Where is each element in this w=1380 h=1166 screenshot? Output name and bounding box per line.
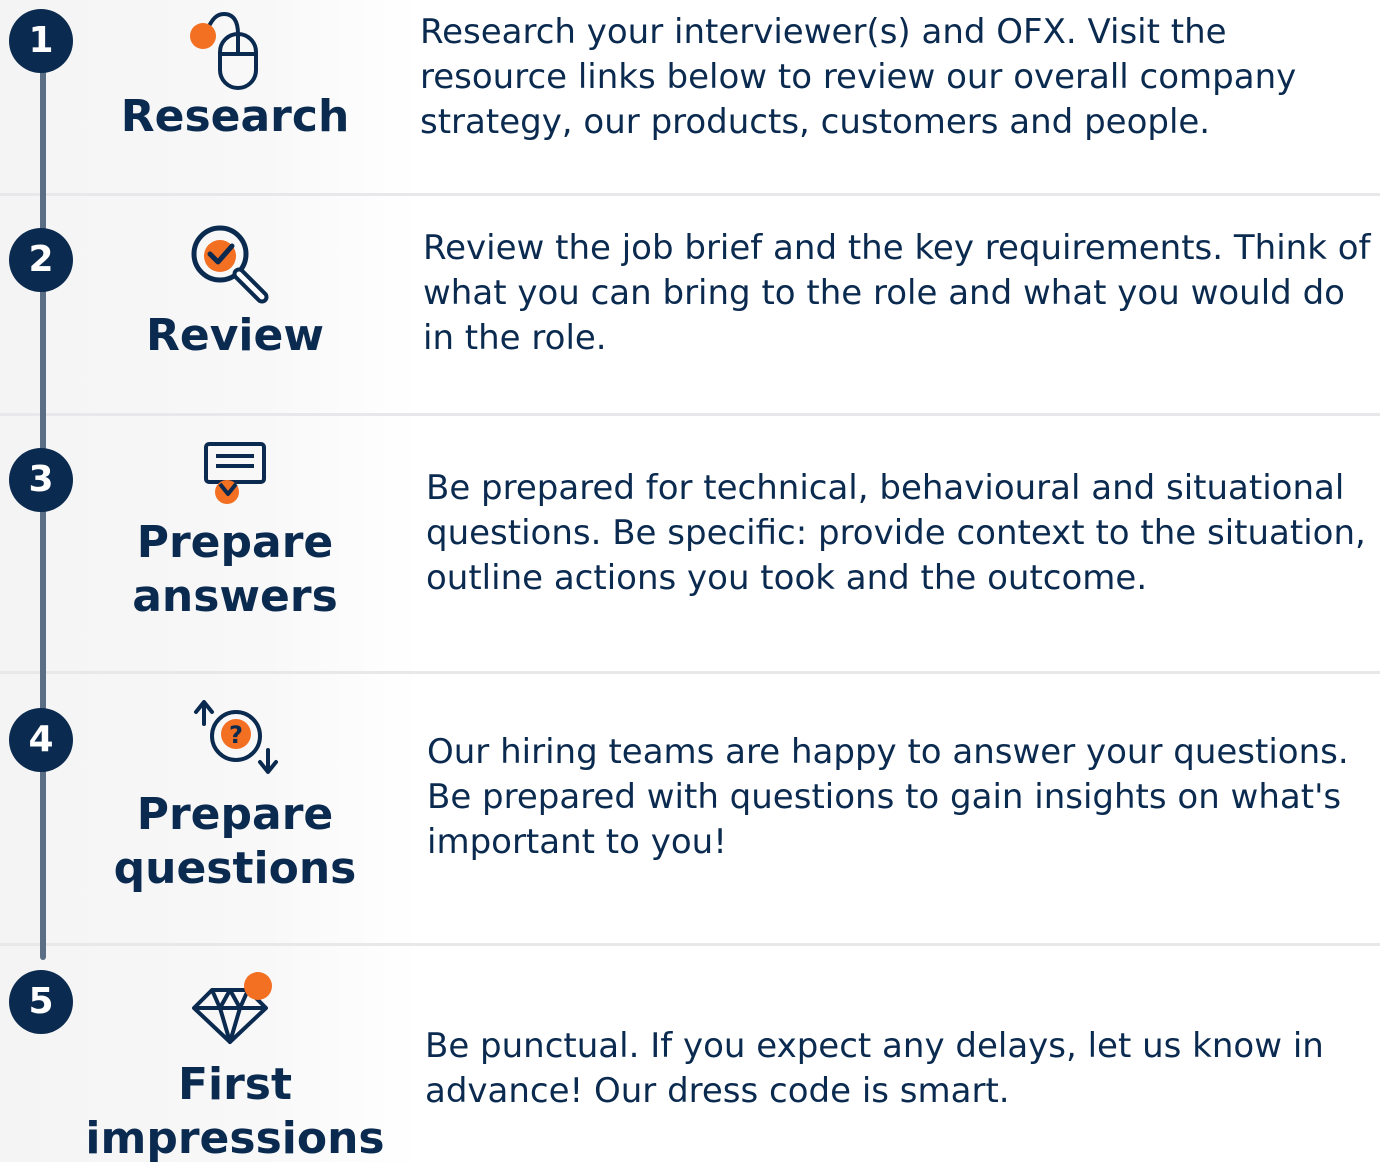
step-title: Review — [85, 309, 385, 363]
mouse-icon — [190, 11, 258, 90]
step-title-line: answers — [132, 571, 338, 622]
step-description: Research your interviewer(s) and OFX. Vi… — [420, 12, 1297, 142]
step-research: 1 Research Research your interviewer(s) … — [0, 0, 1380, 196]
diamond-icon — [192, 972, 272, 1044]
step-title-line: Prepare — [136, 789, 334, 840]
interview-steps: 1 Research Research your interviewer(s) … — [0, 0, 1380, 1164]
step-prepare-answers: 3 Prepare answers Be prepared for techni… — [0, 416, 1380, 674]
step-title-line: Review — [146, 310, 324, 361]
question-exchange-icon: ? — [194, 700, 278, 774]
step-description: Review the job brief and the key require… — [423, 228, 1371, 358]
step-first-impressions: 5 First impressions Be punctual. If you … — [0, 946, 1380, 1164]
timeline-line — [40, 70, 46, 960]
step-description: Be punctual. If you expect any delays, l… — [425, 1026, 1324, 1111]
step-title: First impressions — [85, 1058, 385, 1166]
step-title-line: Prepare — [136, 517, 334, 568]
step-prepare-questions: 4 ? Prepare questions Our hiring teams a… — [0, 674, 1380, 946]
step-number-badge: 5 — [9, 970, 73, 1034]
step-description: Our hiring teams are happy to answer you… — [427, 732, 1349, 862]
step-review: 2 Review Review the job brief and the ke… — [0, 196, 1380, 416]
svg-text:?: ? — [229, 721, 243, 749]
step-title-line: questions — [113, 843, 357, 894]
step-title-line: First — [177, 1059, 293, 1110]
magnifier-check-icon — [191, 225, 269, 304]
step-number-badge: 1 — [9, 9, 73, 73]
step-title: Research — [85, 90, 385, 144]
step-title-line: Research — [120, 91, 350, 142]
step-number-badge: 3 — [9, 448, 73, 512]
step-title-line: impressions — [85, 1113, 385, 1164]
step-title: Prepare questions — [85, 788, 385, 896]
step-title: Prepare answers — [85, 516, 385, 624]
step-number-badge: 2 — [9, 228, 73, 292]
step-description: Be prepared for technical, behavioural a… — [426, 468, 1366, 598]
step-number-badge: 4 — [9, 708, 73, 772]
